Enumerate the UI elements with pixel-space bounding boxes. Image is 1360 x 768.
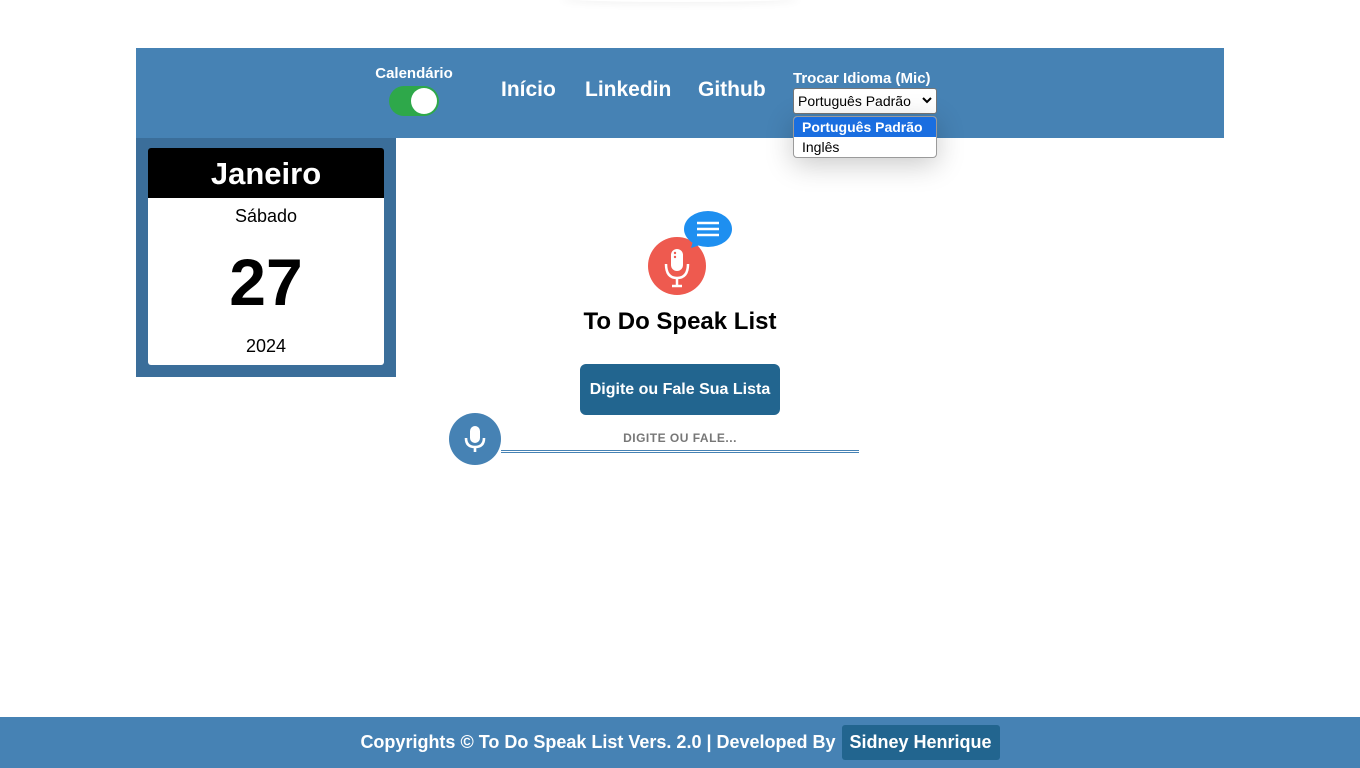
app-logo — [646, 208, 736, 298]
language-switcher: Trocar Idioma (Mic) Português Padrão — [793, 70, 937, 114]
calendar-toggle-switch[interactable] — [389, 86, 439, 116]
language-option-portugues[interactable]: Português Padrão — [794, 117, 936, 137]
calendar-toggle-group: Calendário — [374, 65, 454, 121]
microphone-icon — [464, 426, 486, 452]
footer: Copyrights © To Do Speak List Vers. 2.0 … — [0, 717, 1360, 768]
navbar: Calendário Início Linkedin Github Trocar… — [136, 48, 1224, 138]
calendar-year: 2024 — [245, 336, 287, 356]
chevron-down-icon — [922, 95, 932, 107]
task-input-placeholder: DIGITE OU FALE... — [623, 430, 737, 445]
language-select-value: Português Padrão — [798, 93, 911, 109]
page: Calendário Início Linkedin Github Trocar… — [0, 0, 1360, 768]
footer-copyright: Copyrights © To Do Speak List Vers. 2.0 … — [360, 732, 836, 752]
nav-link-inicio[interactable]: Início — [501, 78, 556, 102]
microphone-button[interactable] — [449, 413, 501, 465]
top-shadow-decoration — [560, 0, 800, 2]
language-label: Trocar Idioma (Mic) — [793, 70, 931, 87]
footer-author-link[interactable]: Sidney Henrique — [841, 725, 1000, 760]
calendar-month: Janeiro — [148, 148, 384, 198]
nav-link-github[interactable]: Github — [698, 78, 766, 102]
calendar-toggle-label: Calendário — [375, 65, 453, 82]
app-title: To Do Speak List — [583, 308, 777, 335]
nav-link-linkedin[interactable]: Linkedin — [585, 78, 671, 102]
calendar-body: Sábado 27 2024 — [148, 198, 384, 365]
microphone-chat-logo-icon — [648, 211, 732, 295]
language-dropdown-list: Português Padrão Inglês — [793, 116, 937, 158]
calendar-weekday: Sábado — [234, 206, 298, 226]
toggle-knob — [411, 88, 437, 114]
language-select[interactable]: Português Padrão — [793, 88, 937, 114]
task-input[interactable]: DIGITE OU FALE... — [501, 425, 859, 453]
calendar-day: 27 — [229, 245, 303, 319]
calendar-widget: Janeiro Sábado 27 2024 — [136, 138, 396, 377]
language-option-ingles[interactable]: Inglês — [794, 137, 936, 157]
type-or-speak-button[interactable]: Digite ou Fale Sua Lista — [580, 364, 780, 415]
